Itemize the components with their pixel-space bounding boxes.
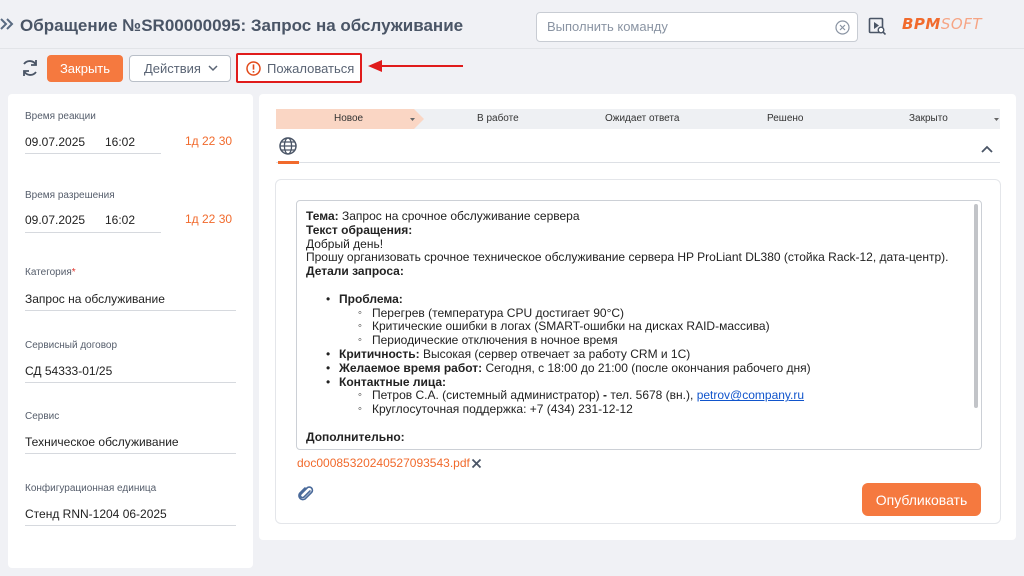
company-logo: ВРМSOFT bbox=[902, 15, 982, 33]
stage-progress-bar: Новое В работе Ожидает ответа Решено Зак… bbox=[276, 109, 1000, 129]
collapse-arrows-icon[interactable] bbox=[0, 16, 14, 32]
play-search-icon[interactable] bbox=[868, 17, 886, 35]
stage-dropdown-icon[interactable] bbox=[410, 118, 415, 121]
resolution-remaining: 1д 22 30 bbox=[185, 212, 233, 226]
category-underline bbox=[25, 310, 236, 311]
action-bar: Закрыть Действия Пожаловаться bbox=[0, 48, 1024, 88]
close-icon[interactable] bbox=[471, 458, 482, 469]
service-underline bbox=[25, 453, 236, 454]
category-value[interactable]: Запрос на обслуживание bbox=[25, 292, 165, 306]
reaction-time-label: Время реакции bbox=[25, 111, 96, 122]
stage-closed[interactable]: Закрыто bbox=[909, 113, 948, 124]
config-item-value[interactable]: Стенд RNN-1204 06-2025 bbox=[25, 507, 167, 521]
publish-button[interactable]: Опубликовать bbox=[862, 483, 981, 516]
message-card: Тема: Запрос на срочное обслуживание сер… bbox=[275, 179, 1001, 524]
refresh-icon[interactable] bbox=[20, 58, 40, 78]
config-item-label: Конфигурационная единица bbox=[25, 483, 157, 494]
config-item-underline bbox=[25, 525, 236, 526]
page-title: Обращение №SR00000095: Запрос на обслужи… bbox=[20, 16, 464, 35]
attachment-link[interactable]: doc00085320240527093543.pdf bbox=[297, 456, 470, 470]
annotation-arrow bbox=[368, 60, 463, 72]
stage-in-progress[interactable]: В работе bbox=[477, 113, 519, 124]
chevron-down-icon bbox=[208, 65, 218, 72]
close-button[interactable]: Закрыть bbox=[47, 55, 123, 82]
message-content: Тема: Запрос на срочное обслуживание сер… bbox=[306, 209, 966, 445]
paperclip-icon[interactable] bbox=[297, 485, 315, 503]
details-panel: Время реакции 09.07.2025 16:02 1д 22 30 … bbox=[8, 94, 253, 568]
category-label: Категория* bbox=[25, 267, 76, 278]
stages-more-icon[interactable] bbox=[994, 118, 999, 121]
reaction-underline bbox=[25, 153, 161, 154]
command-box bbox=[536, 12, 858, 42]
service-label: Сервис bbox=[25, 411, 60, 422]
reaction-date[interactable]: 09.07.2025 bbox=[25, 135, 85, 149]
clear-icon[interactable] bbox=[835, 20, 850, 35]
globe-icon[interactable] bbox=[278, 136, 298, 156]
active-tab-indicator bbox=[278, 161, 299, 164]
stage-resolved[interactable]: Решено bbox=[767, 113, 803, 124]
warning-icon bbox=[246, 61, 261, 76]
contact-email-link[interactable]: petrov@company.ru bbox=[697, 388, 804, 402]
actions-label: Действия bbox=[144, 61, 201, 76]
service-value[interactable]: Техническое обслуживание bbox=[25, 435, 179, 449]
stage-new[interactable]: Новое bbox=[334, 113, 363, 124]
contract-label: Сервисный договор bbox=[25, 340, 118, 351]
resolution-underline bbox=[25, 232, 161, 233]
chevron-up-icon[interactable] bbox=[981, 145, 993, 153]
resolution-date[interactable]: 09.07.2025 bbox=[25, 213, 85, 227]
message-editor[interactable]: Тема: Запрос на срочное обслуживание сер… bbox=[296, 200, 982, 450]
complain-label: Пожаловаться bbox=[267, 60, 355, 76]
editor-scrollbar[interactable] bbox=[974, 204, 978, 408]
reaction-remaining: 1д 22 30 bbox=[185, 134, 233, 148]
reaction-time[interactable]: 16:02 bbox=[105, 135, 135, 149]
command-input[interactable] bbox=[547, 19, 827, 34]
complain-button[interactable]: Пожаловаться bbox=[236, 53, 362, 83]
tabs-divider bbox=[276, 162, 1000, 163]
actions-button[interactable]: Действия bbox=[129, 55, 231, 82]
stage-waiting[interactable]: Ожидает ответа bbox=[605, 113, 679, 124]
resolution-time-label: Время разрешения bbox=[25, 190, 115, 201]
contract-value[interactable]: СД 54333-01/25 bbox=[25, 364, 112, 378]
top-bar: Обращение №SR00000095: Запрос на обслужи… bbox=[0, 0, 1024, 48]
resolution-time[interactable]: 16:02 bbox=[105, 213, 135, 227]
contract-underline bbox=[25, 382, 236, 383]
main-panel: Новое В работе Ожидает ответа Решено Зак… bbox=[259, 94, 1016, 540]
